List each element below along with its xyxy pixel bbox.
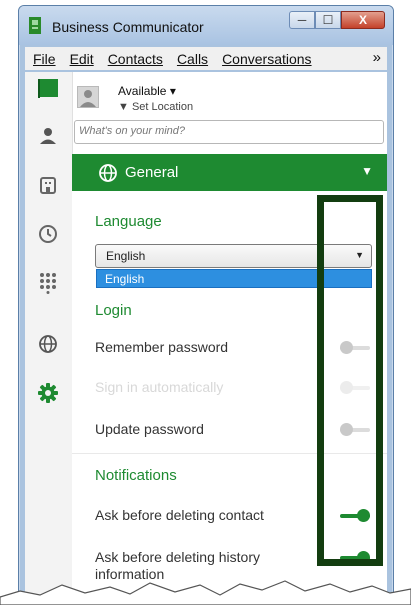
menu-more-icon[interactable]: » — [373, 49, 381, 66]
globe-icon[interactable] — [36, 332, 60, 356]
sidebar — [25, 72, 73, 601]
maximize-button[interactable]: ☐ — [315, 11, 341, 29]
general-section-header[interactable]: General ▼ — [72, 154, 387, 191]
minimize-button[interactable]: ─ — [289, 11, 315, 29]
flag-icon[interactable] — [36, 76, 60, 100]
status-message-input[interactable]: What's on your mind? — [74, 120, 384, 144]
window-title: Business Communicator — [52, 19, 204, 35]
notifications-title: Notifications — [95, 467, 177, 484]
contact-icon[interactable] — [36, 124, 60, 148]
menu-conversations[interactable]: Conversations — [222, 51, 312, 67]
remember-password-label: Remember password — [95, 339, 229, 355]
language-select-value: English — [106, 249, 146, 263]
chevron-down-icon: ▼ — [361, 164, 373, 178]
close-button[interactable]: X — [341, 11, 385, 29]
avatar[interactable] — [77, 86, 99, 108]
clock-icon[interactable] — [36, 222, 60, 246]
set-location-link[interactable]: ▼ Set Location — [118, 101, 193, 113]
sign-in-automatically-label: Sign in automatically — [95, 379, 224, 395]
language-title: Language — [95, 213, 162, 230]
general-title: General — [125, 164, 179, 181]
globe-icon — [99, 164, 117, 182]
gear-icon[interactable] — [36, 381, 60, 405]
menu-edit[interactable]: Edit — [70, 51, 94, 67]
app-icon — [29, 17, 41, 34]
building-icon[interactable] — [36, 173, 60, 197]
ask-delete-contact-label: Ask before deleting contact — [95, 507, 264, 523]
title-bar[interactable]: Business Communicator ─ ☐ X — [19, 6, 393, 45]
update-password-label: Update password — [95, 421, 204, 437]
menu-contacts[interactable]: Contacts — [108, 51, 163, 67]
dialpad-icon[interactable] — [36, 271, 60, 295]
menu-bar: File Edit Contacts Calls Conversations » — [25, 47, 387, 70]
availability-status[interactable]: Available ▾ — [118, 84, 176, 98]
menu-calls[interactable]: Calls — [177, 51, 208, 67]
login-title: Login — [95, 302, 132, 319]
menu-file[interactable]: File — [33, 51, 56, 67]
highlight-box — [317, 195, 383, 566]
torn-edge — [0, 580, 411, 605]
